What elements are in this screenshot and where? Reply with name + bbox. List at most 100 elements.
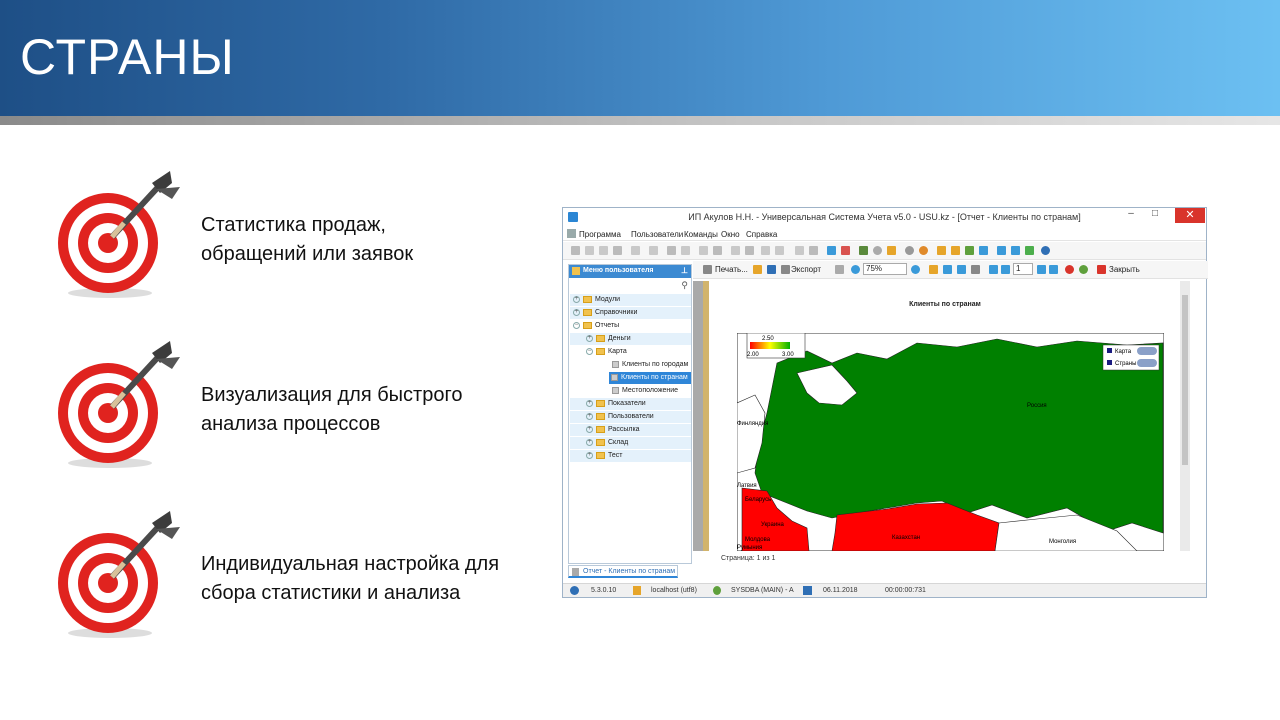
open-icon[interactable] bbox=[753, 265, 762, 274]
info-icon[interactable] bbox=[1041, 246, 1050, 255]
calendar-icon bbox=[803, 586, 812, 595]
expand-icon[interactable]: + bbox=[573, 308, 580, 316]
refresh-icon[interactable] bbox=[1079, 265, 1088, 274]
toolbar-icon[interactable] bbox=[873, 246, 882, 255]
menu-item[interactable]: Команды bbox=[684, 230, 718, 239]
bullet-line: анализа процессов bbox=[201, 413, 381, 435]
close-report-button[interactable]: Закрыть bbox=[1109, 265, 1140, 274]
toolbar-icon[interactable] bbox=[761, 246, 770, 255]
legend-swatch bbox=[1107, 348, 1112, 353]
toolbar-icon[interactable] bbox=[775, 246, 784, 255]
page-setup-icon[interactable] bbox=[835, 265, 844, 274]
collapse-icon[interactable]: − bbox=[586, 347, 593, 355]
toolbar-icon[interactable] bbox=[827, 246, 836, 255]
menu-item[interactable]: Справка bbox=[746, 230, 777, 239]
minimize-button[interactable]: – bbox=[1124, 208, 1138, 224]
toolbar-icon[interactable] bbox=[1025, 246, 1034, 255]
tree-item-map[interactable]: − Карта bbox=[570, 346, 691, 358]
menu-item[interactable]: Пользователи bbox=[631, 230, 683, 239]
tree-item-indicators[interactable]: + Показатели bbox=[570, 398, 691, 410]
toolbar-icon[interactable] bbox=[951, 246, 960, 255]
menu-item[interactable]: Окно bbox=[721, 230, 740, 239]
toolbar-icon[interactable] bbox=[681, 246, 690, 255]
toolbar-icon[interactable] bbox=[613, 246, 622, 255]
stop-icon[interactable] bbox=[1065, 265, 1074, 274]
bullet-line: обращений или заявок bbox=[201, 243, 414, 265]
toolbar-icon[interactable] bbox=[571, 246, 580, 255]
print-icon[interactable] bbox=[703, 265, 712, 274]
tree-item-test[interactable]: + Тест bbox=[570, 450, 691, 462]
tree-item-location[interactable]: Местоположение bbox=[570, 385, 691, 397]
expand-icon[interactable]: + bbox=[586, 399, 593, 407]
zoom-select[interactable]: 75% bbox=[863, 263, 907, 275]
export-icon[interactable] bbox=[781, 265, 790, 274]
toolbar-icon[interactable] bbox=[841, 246, 850, 255]
toolbar-icon[interactable] bbox=[979, 246, 988, 255]
toolbar-icon[interactable] bbox=[631, 246, 640, 255]
tree-item-reports[interactable]: − Отчеты bbox=[570, 320, 691, 332]
toolbar-icon[interactable] bbox=[997, 246, 1006, 255]
close-button[interactable]: ✕ bbox=[1175, 208, 1205, 223]
first-page-icon[interactable] bbox=[989, 265, 998, 274]
tree-item-warehouse[interactable]: + Склад bbox=[570, 437, 691, 449]
collapse-icon[interactable]: − bbox=[573, 321, 580, 329]
print-button[interactable]: Печать... bbox=[715, 265, 748, 274]
legend-item: Карта bbox=[1115, 349, 1132, 355]
toolbar-icon[interactable] bbox=[859, 246, 868, 255]
export-button[interactable]: Экспорт bbox=[791, 265, 821, 274]
toolbar-icon[interactable] bbox=[795, 246, 804, 255]
toolbar-icon[interactable] bbox=[957, 265, 966, 274]
next-page-icon[interactable] bbox=[1037, 265, 1046, 274]
save-icon[interactable] bbox=[767, 265, 776, 274]
tree-item-mailing[interactable]: + Рассылка bbox=[570, 424, 691, 436]
toolbar-icon[interactable] bbox=[599, 246, 608, 255]
menu-item[interactable]: Программа bbox=[579, 230, 621, 239]
tree-item-clients-by-country[interactable]: Клиенты по странам bbox=[609, 372, 691, 384]
toolbar-icon[interactable] bbox=[699, 246, 708, 255]
prev-page-icon[interactable] bbox=[1001, 265, 1010, 274]
pin-icon[interactable]: ⊥ bbox=[681, 266, 688, 275]
toolbar-icon[interactable] bbox=[667, 246, 676, 255]
menu-search-input[interactable]: ⚲ bbox=[570, 280, 690, 292]
tree-item-money[interactable]: + Деньги bbox=[570, 333, 691, 345]
layer-toggle[interactable] bbox=[1137, 359, 1157, 367]
toolbar-icon[interactable] bbox=[745, 246, 754, 255]
page-input[interactable]: 1 bbox=[1013, 263, 1033, 275]
toolbar-icon[interactable] bbox=[905, 246, 914, 255]
zoom-in-icon[interactable] bbox=[851, 265, 860, 274]
toolbar-icon[interactable] bbox=[713, 246, 722, 255]
toolbar-icon[interactable] bbox=[943, 265, 952, 274]
expand-icon[interactable]: + bbox=[586, 425, 593, 433]
toolbar-icon[interactable] bbox=[937, 246, 946, 255]
expand-icon[interactable]: + bbox=[586, 412, 593, 420]
maximize-button[interactable]: □ bbox=[1148, 208, 1162, 224]
toolbar-icon[interactable] bbox=[649, 246, 658, 255]
vertical-scrollbar[interactable] bbox=[1180, 281, 1190, 551]
target-icon bbox=[58, 171, 180, 298]
toolbar-icon[interactable] bbox=[731, 246, 740, 255]
toolbar-icon[interactable] bbox=[965, 246, 974, 255]
search-icon[interactable]: ⚲ bbox=[681, 280, 688, 291]
layer-toggle[interactable] bbox=[1137, 347, 1157, 355]
toolbar-icon[interactable] bbox=[929, 265, 938, 274]
tab-report[interactable]: Отчет - Клиенты по странам bbox=[568, 565, 678, 578]
toolbar-icon[interactable] bbox=[919, 246, 928, 255]
folder-icon bbox=[583, 295, 592, 303]
toolbar-icon[interactable] bbox=[585, 246, 594, 255]
toolbar-icon[interactable] bbox=[809, 246, 818, 255]
toolbar-icon[interactable] bbox=[1011, 246, 1020, 255]
close-report-icon[interactable] bbox=[1097, 265, 1106, 274]
toolbar-icon[interactable] bbox=[971, 265, 980, 274]
last-page-icon[interactable] bbox=[1049, 265, 1058, 274]
expand-icon[interactable]: + bbox=[586, 451, 593, 459]
expand-icon[interactable]: + bbox=[586, 438, 593, 446]
expand-icon[interactable]: + bbox=[586, 334, 593, 342]
tree-item-clients-by-city[interactable]: Клиенты по городам bbox=[570, 359, 691, 371]
tree-item-users[interactable]: + Пользователи bbox=[570, 411, 691, 423]
tree-item-modules[interactable]: + Модули bbox=[570, 294, 691, 306]
scrollbar-thumb[interactable] bbox=[1182, 295, 1188, 465]
zoom-out-icon[interactable] bbox=[911, 265, 920, 274]
tree-item-references[interactable]: + Справочники bbox=[570, 307, 691, 319]
expand-icon[interactable]: + bbox=[573, 295, 580, 303]
toolbar-icon[interactable] bbox=[887, 246, 896, 255]
